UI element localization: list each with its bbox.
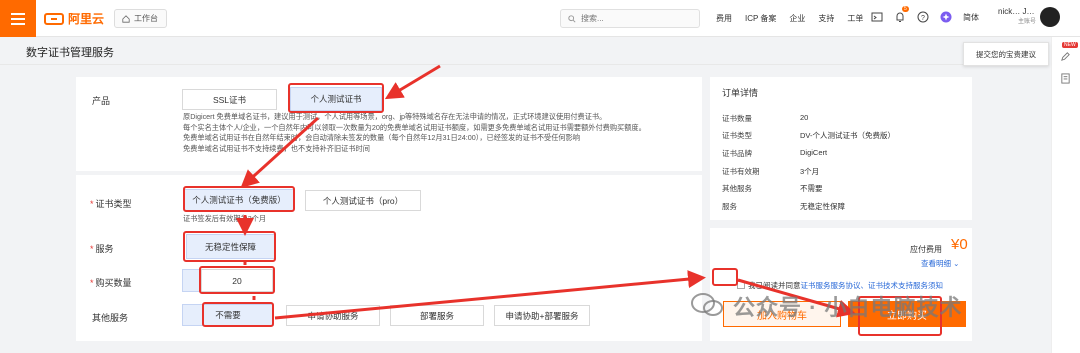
brand-name: 阿里云 bbox=[68, 12, 105, 26]
description-line: 原Digicert 免费单域名证书，建议用于测试，个人试用等场景，org、jp等… bbox=[183, 112, 607, 121]
order-key: 其他服务 bbox=[722, 184, 752, 193]
feedback-tooltip[interactable]: 提交您的宝贵建议 bbox=[963, 42, 1049, 66]
description-line: 免费单域名试用证书在自然年结束时，会自动清除未签发的数量（每个自然年12月31日… bbox=[183, 133, 580, 143]
avatar[interactable] bbox=[1040, 7, 1060, 27]
language-switch[interactable]: 简体 bbox=[963, 12, 979, 23]
annotation-box bbox=[199, 266, 275, 294]
order-key: 证书有效期 bbox=[722, 167, 760, 176]
chevron-down-icon: ⌄ bbox=[953, 259, 960, 268]
annotation-box bbox=[183, 186, 295, 212]
ai-assistant-icon[interactable] bbox=[940, 11, 952, 23]
wechat-icon bbox=[691, 293, 723, 316]
nav-enterprise[interactable]: 企业 bbox=[789, 13, 805, 24]
bell-icon[interactable]: 5 bbox=[894, 6, 909, 23]
cert-validity-hint: 证书签发后有效期为3个月 bbox=[183, 214, 267, 223]
other-service-option-assist-deploy[interactable]: 申请协助+部署服务 bbox=[494, 305, 590, 326]
description-line: 每个实名主体个人/企业，一个自然年内可以领取一次数量为20的免费单域名试用证书额… bbox=[183, 122, 646, 132]
search-icon bbox=[568, 14, 576, 23]
top-icons: 5 ? 简体 bbox=[871, 6, 979, 23]
new-badge: NEW bbox=[1062, 42, 1078, 48]
divider bbox=[0, 64, 1040, 65]
cert-type-option-pro[interactable]: 个人测试证书（pro） bbox=[305, 190, 421, 211]
product-option-ssl[interactable]: SSL证书 bbox=[182, 89, 277, 110]
document-icon[interactable] bbox=[1060, 73, 1071, 84]
side-rail bbox=[1051, 37, 1080, 353]
svg-text:?: ? bbox=[921, 15, 925, 22]
annotation-box bbox=[183, 231, 276, 262]
order-value: 3个月 bbox=[800, 167, 820, 176]
search-input[interactable] bbox=[581, 14, 681, 23]
order-key: 服务 bbox=[722, 202, 737, 211]
service-label: * 服务 bbox=[90, 244, 114, 254]
annotation-box bbox=[288, 83, 384, 113]
order-key: 证书数量 bbox=[722, 114, 752, 123]
terminal-icon[interactable] bbox=[871, 11, 883, 23]
nav-fee[interactable]: 费用 bbox=[716, 13, 732, 24]
workbench-label: 工作台 bbox=[134, 14, 158, 23]
order-value: 不需要 bbox=[800, 184, 823, 193]
fee-label: 应付费用 bbox=[910, 245, 942, 254]
other-service-option-deploy[interactable]: 部署服务 bbox=[390, 305, 484, 326]
agreement-prefix: 我已阅读并同意 bbox=[748, 281, 801, 290]
aliyun-logo-icon bbox=[44, 12, 64, 25]
service-label-text: 服务 bbox=[95, 244, 114, 254]
nav-support[interactable]: 支持 bbox=[818, 13, 834, 24]
product-label: 产品 bbox=[92, 96, 111, 106]
top-nav: 费用 ICP 备案 企业 支持 工单 bbox=[716, 13, 863, 24]
menu-icon[interactable] bbox=[0, 0, 36, 37]
cert-type-label: * 证书类型 bbox=[90, 199, 132, 209]
order-value: DigiCert bbox=[800, 148, 828, 157]
user-account[interactable]: nick… J… 主账号 bbox=[998, 7, 1036, 25]
notification-badge: 5 bbox=[902, 6, 909, 12]
watermark: 公众号 · 小白电脑技术 bbox=[733, 295, 963, 320]
nav-ticket[interactable]: 工单 bbox=[847, 13, 863, 24]
user-name: nick… J… bbox=[998, 7, 1035, 16]
page-title: 数字证书管理服务 bbox=[26, 47, 114, 59]
view-detail-link[interactable]: 查看明细 ⌄ bbox=[921, 258, 959, 269]
edit-icon[interactable] bbox=[1060, 51, 1071, 62]
brand-logo[interactable]: 阿里云 bbox=[44, 10, 104, 27]
help-icon[interactable]: ? bbox=[917, 11, 929, 23]
product-description: 原Digicert 免费单域名证书，建议用于测试，个人试用等场景，org、jp等… bbox=[183, 112, 646, 154]
order-value: DV-个人测试证书（免费版） bbox=[800, 131, 896, 140]
order-key: 证书品牌 bbox=[722, 149, 752, 158]
user-role: 主账号 bbox=[1018, 19, 1037, 25]
cert-type-label-text: 证书类型 bbox=[95, 199, 132, 209]
search-box[interactable] bbox=[560, 9, 700, 28]
top-bar: 阿里云 工作台 费用 ICP 备案 企业 支持 工单 5 ? 简体 nick… … bbox=[0, 0, 1080, 37]
annotation-box bbox=[712, 268, 738, 286]
other-service-option-assist[interactable]: 申请协助服务 bbox=[286, 305, 380, 326]
quantity-label: * 购买数量 bbox=[90, 278, 132, 288]
nav-icp[interactable]: ICP 备案 bbox=[745, 13, 776, 24]
quantity-label-text: 购买数量 bbox=[95, 278, 132, 288]
description-line: 免费单域名试用证书不支持续费，也不支持补齐旧证书时间 bbox=[183, 143, 370, 153]
fee-value: ¥0 bbox=[951, 236, 968, 253]
agreement-checkbox[interactable] bbox=[737, 281, 745, 289]
order-summary-title: 订单详情 bbox=[722, 88, 759, 98]
order-key: 证书类型 bbox=[722, 131, 752, 140]
view-detail-text: 查看明细 bbox=[921, 259, 951, 268]
other-service-label: 其他服务 bbox=[92, 313, 129, 323]
workbench-button[interactable]: 工作台 bbox=[114, 9, 167, 28]
home-icon bbox=[122, 14, 130, 23]
order-value: 无稳定性保障 bbox=[800, 202, 845, 211]
annotation-box bbox=[202, 302, 274, 327]
agreement-link[interactable]: 证书服务服务协议、证书技术支持服务须知 bbox=[801, 281, 944, 290]
order-value: 20 bbox=[800, 113, 809, 122]
